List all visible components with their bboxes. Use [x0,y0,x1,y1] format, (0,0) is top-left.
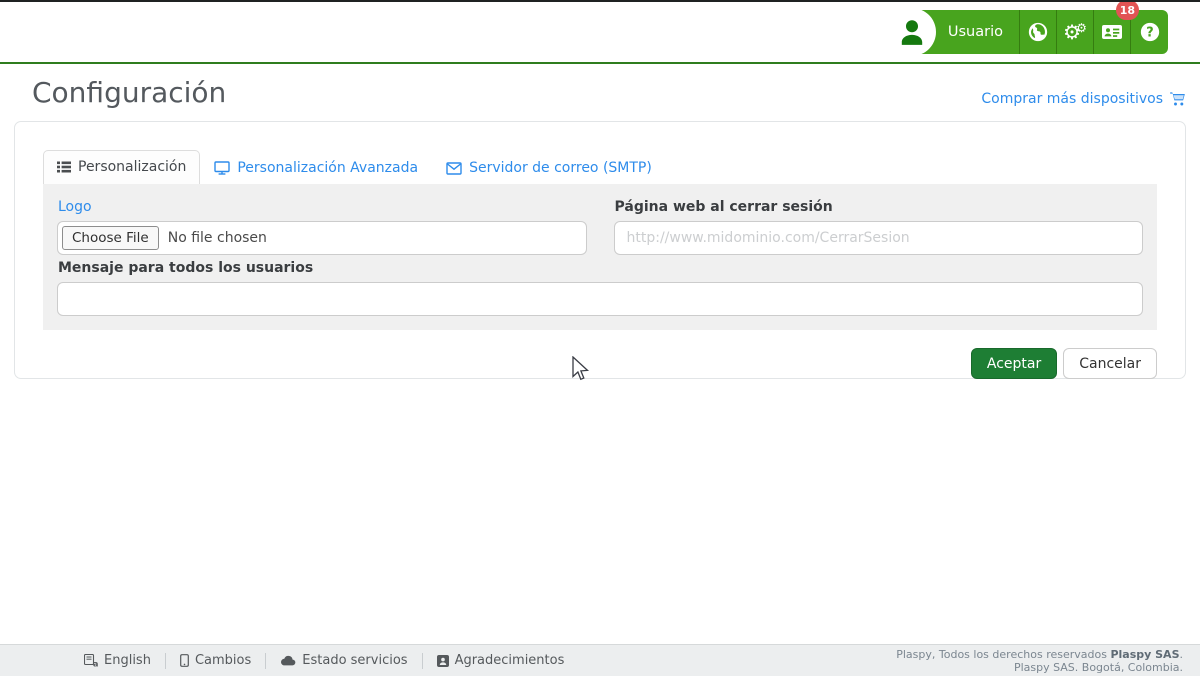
settings-button[interactable]: ⚙⚙ [1057,10,1094,54]
configuration-card: Personalización Personalización Avanzada [14,121,1186,379]
envelope-icon [446,162,462,175]
file-status-text: No file chosen [168,230,267,246]
copyright-line-1: Plaspy, Todos los derechos reservados Pl… [896,648,1183,661]
svg-text:a: a [93,659,98,667]
message-label: Mensaje para todos los usuarios [58,260,1143,276]
contacts-button[interactable]: 18 [1094,10,1131,54]
tab-personalizacion-avanzada[interactable]: Personalización Avanzada [200,152,432,184]
browser-top-edge [0,0,1200,2]
id-card-icon [1100,20,1124,44]
footer-links: a English Cambios Estado servicios [84,653,564,669]
form-actions: Aceptar Cancelar [43,348,1157,379]
footer-copyright: Plaspy, Todos los derechos reservados Pl… [896,648,1183,674]
logout-page-input[interactable] [614,221,1144,255]
buy-more-devices-label: Comprar más dispositivos [981,91,1163,107]
form-panel: Logo Choose File No file chosen Página w… [43,184,1157,330]
footer: a English Cambios Estado servicios [0,644,1200,676]
footer-link-agradecimientos[interactable]: Agradecimientos [437,653,565,668]
footer-link-estado-servicios[interactable]: Estado servicios [280,653,407,668]
footer-separator [422,653,423,669]
page-title: Configuración [32,76,226,109]
cart-icon [1169,91,1186,107]
tab-personalizacion[interactable]: Personalización [43,150,200,184]
message-input[interactable] [57,282,1143,316]
globe-button[interactable] [1020,10,1057,54]
user-avatar-icon [888,8,936,56]
language-icon: a [84,654,98,667]
footer-link-cambios[interactable]: Cambios [180,653,251,668]
logout-page-label: Página web al cerrar sesión [615,199,1144,215]
help-icon: ? [1139,21,1161,43]
contacts-icon [437,655,449,667]
tab-label: Personalización Avanzada [237,160,418,176]
cancel-button[interactable]: Cancelar [1063,348,1157,379]
tab-label: Personalización [78,159,186,175]
tab-servidor-correo-smtp[interactable]: Servidor de correo (SMTP) [432,152,666,184]
footer-link-english[interactable]: a English [84,653,151,668]
logo-label[interactable]: Logo [58,199,587,215]
footer-separator [165,653,166,669]
header: Usuario ⚙⚙ [0,0,1200,64]
tab-bar: Personalización Personalización Avanzada [43,150,1157,184]
list-icon [57,161,71,173]
cloud-icon [280,655,296,666]
globe-icon [1027,21,1049,43]
gears-icon: ⚙⚙ [1063,22,1087,42]
accept-button[interactable]: Aceptar [971,348,1057,379]
help-button[interactable]: ? [1131,10,1168,54]
tab-label: Servidor de correo (SMTP) [469,160,652,176]
mobile-icon [180,654,189,667]
copyright-line-2: Plaspy SAS. Bogotá, Colombia. [896,661,1183,674]
header-button-group: Usuario ⚙⚙ [900,10,1168,54]
footer-separator [265,653,266,669]
svg-text:?: ? [1146,26,1153,41]
monitor-icon [214,161,230,175]
buy-more-devices-link[interactable]: Comprar más dispositivos [981,91,1186,107]
logo-file-input[interactable]: Choose File No file chosen [57,221,587,255]
notification-badge[interactable]: 18 [1116,0,1139,20]
choose-file-button[interactable]: Choose File [62,226,159,250]
user-menu-button[interactable]: Usuario [900,10,1020,54]
main-content: Configuración Comprar más dispositivos [0,66,1200,379]
user-label: Usuario [948,24,1003,40]
